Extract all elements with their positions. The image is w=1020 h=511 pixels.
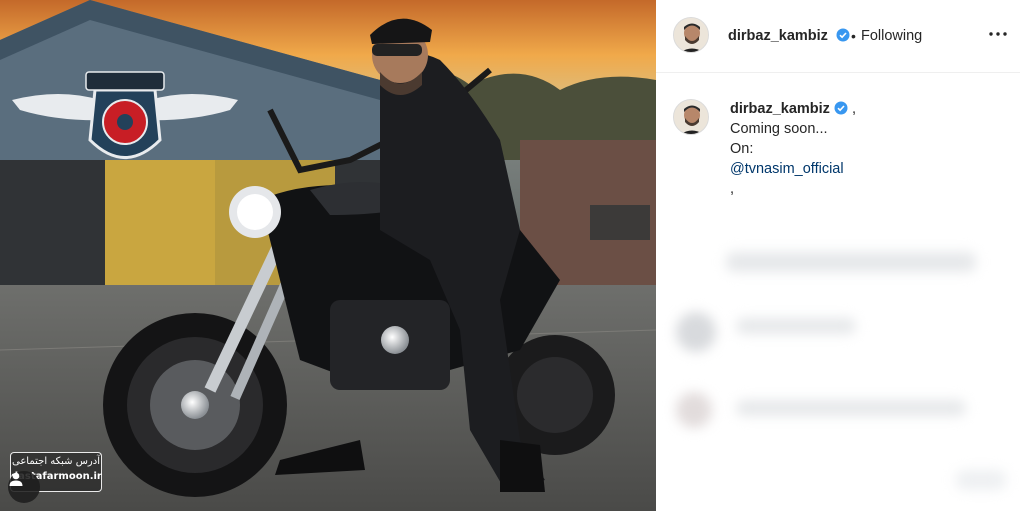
- caption-text: dirbaz_kambiz , Coming soon... On: @tvna…: [730, 99, 1010, 199]
- tagged-users-button[interactable]: [8, 471, 40, 503]
- more-horizontal-icon: [989, 32, 1007, 36]
- post-side-panel: dirbaz_kambiz • Following dirbaz_kambiz …: [656, 0, 1020, 511]
- following-button[interactable]: Following: [861, 28, 922, 44]
- blurred-comment: [726, 252, 976, 272]
- post-header: dirbaz_kambiz • Following: [656, 0, 1020, 73]
- blurred-comment: [956, 470, 1006, 490]
- caption-line: On:: [730, 141, 754, 157]
- author-avatar[interactable]: [673, 17, 709, 53]
- caption-username[interactable]: dirbaz_kambiz: [730, 101, 830, 117]
- blurred-comment: [736, 318, 856, 334]
- separator-dot: •: [851, 28, 856, 44]
- blurred-comment: [676, 392, 712, 428]
- author-username-link[interactable]: dirbaz_kambiz: [728, 28, 850, 44]
- blurred-comment: [676, 312, 716, 352]
- mention-link[interactable]: @tvnasim_official: [730, 159, 1010, 179]
- more-options-button[interactable]: [986, 22, 1010, 46]
- verified-badge-icon: [834, 101, 848, 115]
- author-username: dirbaz_kambiz: [728, 28, 828, 44]
- motorcycle-photo: [0, 0, 656, 511]
- caption-trailing: ,: [730, 181, 735, 197]
- avatar-image: [674, 18, 708, 52]
- post-image[interactable]: آدرس شبکه اجتماعی dastafarmoon.ir: [0, 0, 656, 511]
- user-icon: [9, 472, 23, 486]
- blurred-comment: [736, 400, 966, 416]
- avatar-image: [674, 100, 708, 134]
- caption-avatar[interactable]: [673, 99, 709, 135]
- verified-badge-icon: [836, 28, 850, 42]
- caption-comma: ,: [851, 101, 856, 117]
- caption-line: Coming soon...: [730, 121, 828, 137]
- watermark-title: آدرس شبکه اجتماعی: [11, 456, 100, 467]
